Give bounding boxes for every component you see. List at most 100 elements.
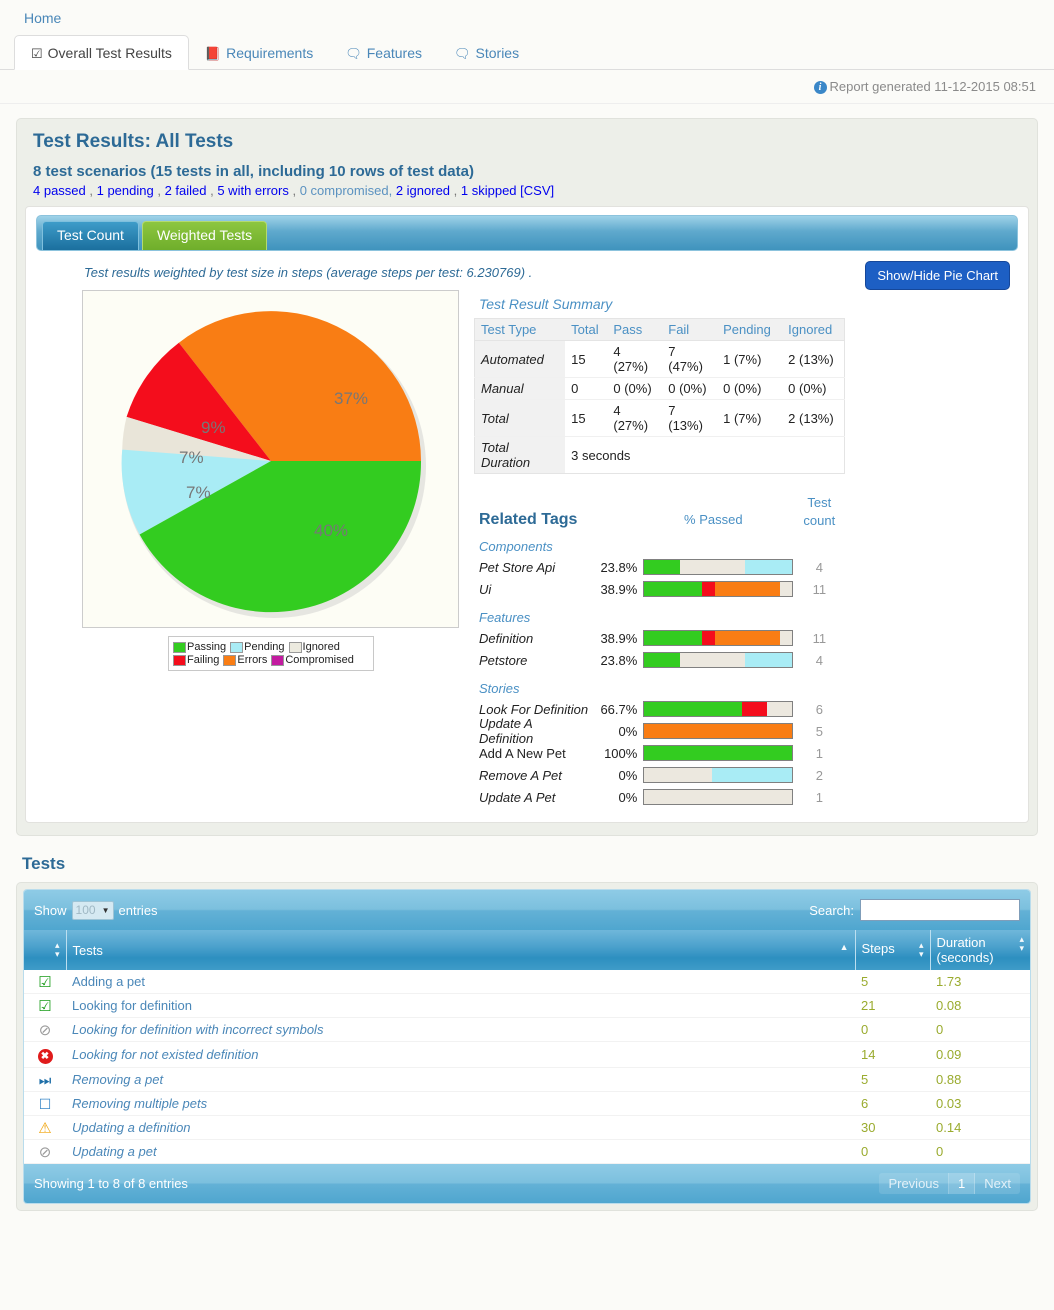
show-entries-label: Show [34, 902, 67, 918]
test-link[interactable]: Removing a pet [72, 1072, 163, 1087]
search-area: Search: [809, 899, 1020, 922]
tag-name[interactable]: Ui [474, 582, 589, 597]
pie-chart: 37% 9% 7% 7% 40% [111, 301, 431, 621]
test-link[interactable]: Updating a definition [72, 1120, 191, 1135]
tab-overall-test-results[interactable]: ☑ Overall Test Results [14, 35, 189, 70]
test-link[interactable]: Looking for definition with incorrect sy… [72, 1022, 323, 1037]
passed-count-link[interactable]: 4 passed [33, 183, 86, 198]
pending-count-link[interactable]: 1 pending [97, 183, 154, 198]
tag-row-update-a-definition[interactable]: Update A Definition 0% 5 [474, 716, 845, 746]
breadcrumb-home-link[interactable]: Home [24, 10, 61, 26]
tests-table-panel: Show 100 ▼ entries Search: Tests▲ Steps [16, 882, 1038, 1212]
result-status-cell: ☑ [24, 970, 66, 995]
tag-row-ui[interactable]: Ui 38.9% 11 [474, 578, 845, 600]
duration-cell: 0.88 [930, 1067, 1030, 1093]
table-row[interactable]: ✖ Looking for not existed definition 14 … [24, 1041, 1030, 1069]
steps-cell: 0 [855, 1017, 930, 1043]
table-row[interactable]: ☑ Looking for definition 21 0.08 [24, 993, 1030, 1019]
table-row[interactable]: ⊘ Looking for definition with incorrect … [24, 1017, 1030, 1043]
legend-label: Compromised [285, 654, 354, 666]
tag-name[interactable]: Look For Definition [474, 702, 589, 717]
tab-features[interactable]: 🗨 Features [329, 36, 438, 69]
tag-row-definition[interactable]: Definition 38.9% 11 [474, 627, 845, 649]
duration-cell: 0.03 [930, 1091, 1030, 1117]
legend-label: Ignored [302, 641, 340, 653]
scenarios-summary: 8 test scenarios (15 tests in all, inclu… [33, 163, 474, 180]
test-link[interactable]: Removing multiple pets [72, 1096, 207, 1111]
cell-total: 0 [565, 377, 608, 400]
test-link[interactable]: Looking for definition [72, 998, 192, 1013]
tag-name[interactable]: Update A Pet [474, 790, 589, 805]
tag-group-components: Components [479, 539, 553, 555]
search-input[interactable] [860, 899, 1020, 922]
page-1-button[interactable]: 1 [949, 1173, 976, 1195]
summary-column: Test Result Summary Test Type Total Pass… [474, 290, 865, 808]
bar-segment-ignored [644, 768, 713, 783]
col-result-icon[interactable] [24, 930, 67, 971]
previous-page-button[interactable]: Previous [879, 1173, 950, 1195]
cell-total: 15 [565, 399, 608, 437]
report-generated-bar: i Report generated 11-12-2015 08:51 [0, 70, 1054, 104]
tag-progress-bar [643, 701, 794, 718]
tag-row-remove-a-pet[interactable]: Remove A Pet 0% 2 [474, 764, 845, 786]
tag-progress-bar [643, 630, 794, 647]
bar-segment-passing [644, 653, 680, 668]
table-row[interactable]: ⚠ Updating a definition 30 0.14 [24, 1115, 1030, 1141]
table-row[interactable]: ☐ Removing multiple pets 6 0.03 [24, 1091, 1030, 1117]
table-row[interactable]: ⊘ Updating a pet 0 0 [24, 1139, 1030, 1165]
tag-name[interactable]: Add A New Pet [474, 746, 589, 761]
tag-percent: 0% [618, 767, 638, 783]
legend-swatch-passing [173, 641, 186, 653]
col-steps[interactable]: Steps [855, 930, 931, 971]
test-link[interactable]: Updating a pet [72, 1144, 157, 1159]
tab-weighted-tests[interactable]: Weighted Tests [141, 220, 268, 250]
bar-segment-pending [744, 653, 793, 668]
tag-row-petstore[interactable]: Petstore 23.8% 4 [474, 649, 845, 671]
csv-link[interactable]: [CSV] [520, 183, 554, 198]
tag-name[interactable]: Update A Definition [474, 716, 589, 746]
table-row[interactable]: ⏭ Removing a pet 5 0.88 [24, 1067, 1030, 1093]
failed-count-link[interactable]: 2 failed [165, 183, 207, 198]
test-name-cell: Removing a pet [66, 1067, 855, 1093]
tests-table: Tests ▲ Steps Duration (seconds) ☑ Adding… [24, 930, 1030, 1165]
test-name-cell: Looking for not existed definition [66, 1041, 855, 1069]
tab-stories[interactable]: 🗨 Stories [438, 36, 535, 69]
col-duration-label-line2: (seconds) [936, 950, 994, 966]
tag-name[interactable]: Definition [474, 631, 589, 646]
skipped-count-link[interactable]: 1 skipped [461, 183, 517, 198]
bar-segment-passing [644, 746, 793, 761]
next-page-button[interactable]: Next [975, 1173, 1020, 1195]
table-row[interactable]: ☑ Adding a pet 5 1.73 [24, 970, 1030, 995]
tag-percent: 23.8% [600, 559, 638, 575]
speech-bubble-icon: 🗨 [345, 46, 362, 61]
tag-name[interactable]: Pet Store Api [474, 560, 589, 575]
page-length-select[interactable]: 100 ▼ [71, 900, 114, 920]
legend-label: Failing [187, 654, 220, 666]
tag-progress-bar [643, 723, 794, 740]
tag-test-count: 11 [812, 581, 827, 597]
bar-segment-passing [644, 582, 703, 597]
bar-segment-ignored [767, 702, 793, 717]
ignored-count-link[interactable]: 2 ignored [396, 183, 450, 198]
errors-count-link[interactable]: 5 with errors [217, 183, 289, 198]
tag-row-pet-store-api[interactable]: Pet Store Api 23.8% 4 [474, 556, 845, 578]
tab-test-count[interactable]: Test Count [42, 220, 139, 250]
test-result-summary-table: Test Type Total Pass Fail Pending Ignore… [474, 318, 846, 474]
test-link[interactable]: Adding a pet [72, 974, 145, 989]
col-duration[interactable]: Duration (seconds) [930, 930, 1030, 971]
chart-and-summary-row: 37% 9% 7% 7% 40% Passing Pending Ignored… [34, 280, 865, 808]
show-hide-pie-chart-button[interactable]: Show/Hide Pie Chart [865, 261, 1010, 290]
page-title: Test Results: All Tests [33, 131, 234, 152]
test-link[interactable]: Looking for not existed definition [72, 1047, 258, 1062]
steps-cell: 21 [855, 993, 930, 1019]
duration-cell: 0 [930, 1139, 1030, 1165]
tab-requirements[interactable]: 📕 Requirements [189, 36, 329, 69]
breadcrumb: Home [0, 0, 1054, 32]
tag-row-update-a-pet[interactable]: Update A Pet 0% 1 [474, 786, 845, 808]
legend-label: Pending [244, 641, 285, 653]
tag-name[interactable]: Petstore [474, 653, 589, 668]
table-row: Manual 0 0 (0%) 0 (0%) 0 (0%) 0 (0%) [474, 377, 846, 400]
tag-row-add-a-new-pet[interactable]: Add A New Pet 100% 1 [474, 742, 845, 764]
tag-name[interactable]: Remove A Pet [474, 768, 589, 783]
col-tests[interactable]: Tests ▲ [66, 930, 856, 971]
